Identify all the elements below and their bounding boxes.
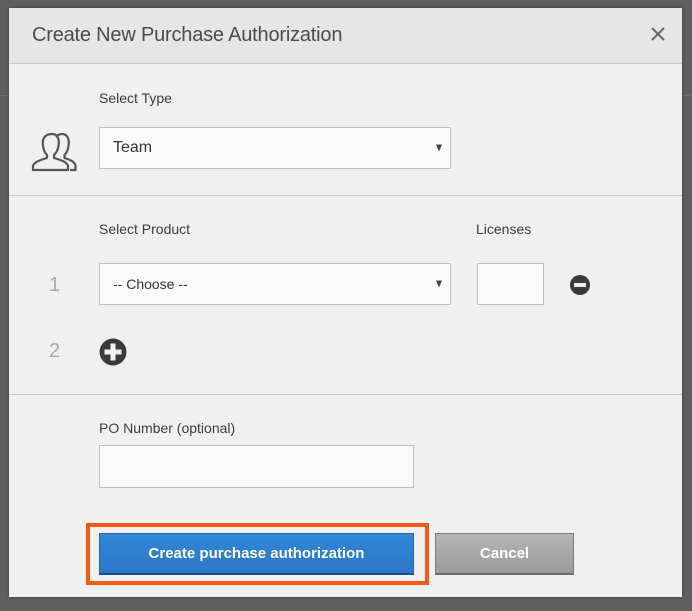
product-select[interactable]: -- Choose --	[99, 263, 451, 305]
backdrop-divider	[0, 95, 9, 96]
po-number-label: PO Number (optional)	[99, 420, 236, 436]
minus-circle-icon	[570, 275, 590, 295]
users-icon	[30, 130, 78, 177]
dialog-header: Create New Purchase Authorization	[9, 8, 682, 64]
chevron-down-icon	[436, 144, 442, 152]
cancel-button[interactable]: Cancel	[435, 533, 574, 575]
backdrop-divider	[682, 95, 692, 96]
remove-row-button[interactable]	[570, 275, 590, 300]
section-divider	[9, 195, 682, 196]
add-row-button[interactable]	[99, 338, 127, 371]
create-purchase-authorization-button[interactable]: Create purchase authorization	[99, 533, 414, 575]
po-number-input[interactable]	[99, 445, 414, 488]
dialog-title: Create New Purchase Authorization	[32, 24, 343, 46]
type-select[interactable]: Team	[99, 127, 451, 169]
close-button[interactable]	[648, 24, 668, 44]
section-divider	[9, 394, 682, 395]
close-icon	[651, 27, 665, 41]
select-type-label: Select Type	[99, 90, 172, 106]
licenses-input[interactable]	[477, 263, 544, 305]
plus-circle-icon	[99, 338, 127, 366]
select-product-label: Select Product	[99, 221, 191, 237]
licenses-label: Licenses	[476, 221, 532, 237]
purchase-authorization-dialog: Create New Purchase Authorization Select…	[9, 8, 682, 597]
chevron-down-icon	[436, 280, 442, 288]
row-number: 2	[49, 340, 61, 362]
type-select-value: Team	[113, 139, 153, 156]
product-select-value: -- Choose --	[113, 276, 188, 292]
row-number: 1	[49, 274, 61, 296]
